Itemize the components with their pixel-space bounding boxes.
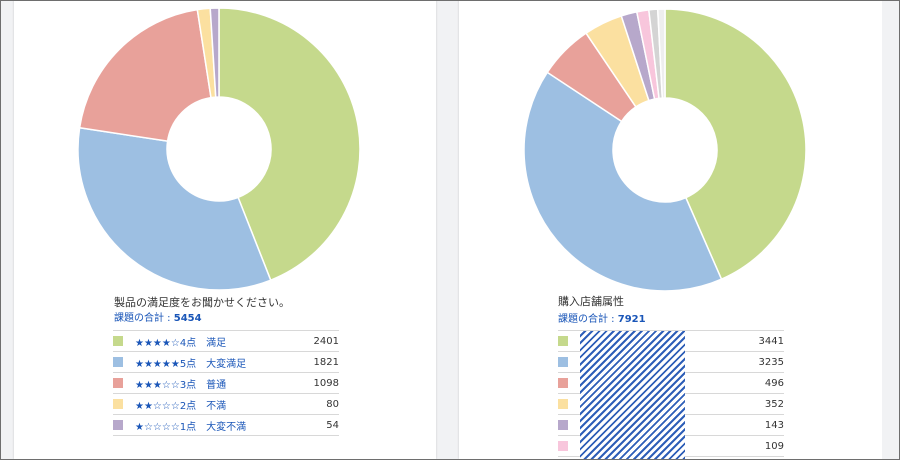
legend-swatch [558, 419, 568, 430]
page-right-gutter [882, 1, 899, 459]
donut-chart-store-attribute [523, 8, 807, 292]
legend-value: 3441 [744, 330, 784, 352]
total-value: 5454 [173, 313, 202, 324]
legend-swatch [113, 335, 123, 346]
chart-card-store-attribute: 購入店舗属性 課題の合計 : 7921 3441 3235 496 352 143 109 [459, 1, 883, 459]
donut-slice[interactable] [78, 8, 212, 143]
legend-swatch-cell [558, 414, 580, 436]
total-label: 課題の合計 : [558, 314, 618, 325]
total-value: 7921 [617, 314, 646, 325]
donut-chart-satisfaction [77, 7, 361, 291]
legend-label: ★★★☆☆3点 普通 [135, 372, 299, 394]
legend-value: 2401 [299, 330, 339, 352]
legend-swatch [558, 356, 568, 367]
legend-swatch [113, 356, 123, 367]
total-count: 課題の合計 : 5454 [114, 309, 202, 324]
legend-row[interactable]: ★★★☆☆3点 普通 1098 [113, 372, 339, 394]
legend-value: 143 [744, 414, 784, 436]
legend-label: ★★☆☆☆2点 不満 [135, 393, 299, 415]
total-count: 課題の合計 : 7921 [558, 310, 646, 325]
legend-label: ★☆☆☆☆1点 大変不満 [135, 414, 299, 436]
legend-value: 3235 [744, 351, 784, 373]
chart-title: 製品の満足度をお聞かせください。 [114, 296, 290, 309]
legend-value: 54 [299, 414, 339, 436]
chart-title: 購入店舗属性 [558, 295, 624, 308]
legend-value: 1821 [299, 351, 339, 373]
legend-swatch [558, 335, 568, 346]
legend-swatch-cell [558, 372, 580, 394]
legend-swatch-cell [113, 393, 135, 415]
legend-label: ★★★★☆4点 満足 [135, 330, 299, 352]
redaction-hatch [580, 331, 685, 459]
legend-value: 80 [299, 393, 339, 415]
legend-swatch-cell [113, 330, 135, 352]
legend-value: 1098 [299, 372, 339, 394]
legend-swatch [558, 398, 568, 409]
legend-swatch-cell [558, 435, 580, 457]
legend-swatch-cell [113, 351, 135, 373]
legend-swatch-cell [113, 372, 135, 394]
legend-table: ★★★★☆4点 満足 2401 ★★★★★5点 大変満足 1821 ★★★☆☆3点 普通… [113, 330, 339, 436]
legend-row[interactable]: ★☆☆☆☆1点 大変不満 54 [113, 414, 339, 436]
total-label: 課題の合計 : [114, 313, 174, 324]
legend-swatch-cell [113, 414, 135, 436]
legend-swatch [113, 377, 123, 388]
legend-value: 109 [744, 435, 784, 457]
legend-swatch [558, 440, 568, 451]
legend-row[interactable]: ★★☆☆☆2点 不満 80 [113, 393, 339, 415]
legend-value: 496 [744, 372, 784, 394]
legend-swatch [113, 419, 123, 430]
legend-row[interactable]: ★★★★☆4点 満足 2401 [113, 330, 339, 352]
legend-label: ★★★★★5点 大変満足 [135, 351, 299, 373]
legend-swatch-cell [558, 351, 580, 373]
screenshot-frame: 製品の満足度をお聞かせください。 課題の合計 : 5454 ★★★★☆4点 満足… [0, 0, 900, 460]
legend-row[interactable]: ★★★★★5点 大変満足 1821 [113, 351, 339, 373]
legend-swatch [113, 398, 123, 409]
legend-swatch [558, 377, 568, 388]
legend-value: 352 [744, 393, 784, 415]
chart-card-satisfaction: 製品の満足度をお聞かせください。 課題の合計 : 5454 ★★★★☆4点 満足… [14, 1, 436, 459]
donut-slice[interactable] [77, 126, 272, 291]
legend-swatch-cell [558, 330, 580, 352]
legend-swatch-cell [558, 393, 580, 415]
